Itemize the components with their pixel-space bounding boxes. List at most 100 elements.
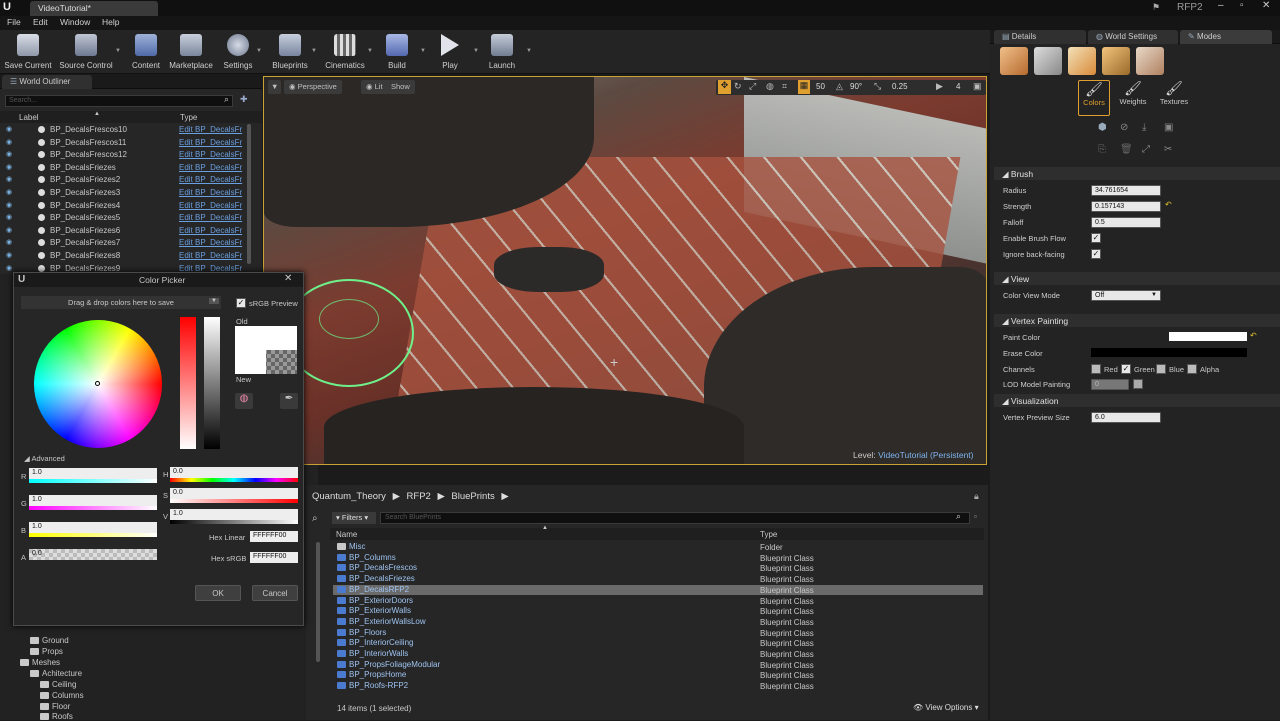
col-label[interactable]: Label (19, 113, 39, 122)
hex-srgb-field[interactable]: FFFFFF00 (250, 552, 298, 563)
backface-checkbox[interactable]: ✓ (1091, 249, 1101, 259)
add-folder-icon[interactable]: ✚ (240, 94, 248, 105)
outliner-row[interactable]: ◉ BP_DecalsFrescos11 Edit BP_DecalsFr (0, 138, 246, 151)
tab-details[interactable]: ▤ Details (994, 30, 1086, 44)
blueprint-row[interactable]: BP_InteriorWalls Blueprint Class (333, 649, 983, 660)
view-section-header[interactable]: ◢ View (994, 272, 1280, 285)
cinematics-button[interactable]: Cinematics (318, 32, 372, 72)
visibility-eye-icon[interactable]: ◉ (6, 238, 12, 246)
edit-blueprint-link[interactable]: Edit BP_DecalsFr (179, 175, 242, 184)
ok-button[interactable]: OK (195, 585, 241, 601)
camera-speed-value[interactable]: 4 (956, 82, 960, 91)
blueprints-button[interactable]: Blueprints (263, 32, 317, 72)
strength-field[interactable]: 0.157143 (1091, 201, 1161, 212)
folder-tree-item[interactable]: Floor (40, 702, 70, 711)
lock-icon[interactable]: 🔒︎ (974, 491, 979, 502)
folder-tree-item[interactable]: Achitecture (30, 669, 82, 678)
filters-button[interactable]: ▾ Filters ▾ (332, 512, 376, 524)
rotate-mode-icon[interactable]: ↻ (734, 81, 742, 92)
mode-paint-icon[interactable] (1034, 47, 1062, 75)
lod-field[interactable]: 0 (1091, 379, 1129, 390)
menu-help[interactable]: Help (102, 17, 119, 27)
blueprint-row[interactable]: BP_ExteriorDoors Blueprint Class (333, 596, 983, 607)
edit-blueprint-link[interactable]: Edit BP_DecalsFr (179, 251, 242, 260)
search-toggle-icon[interactable]: ⌕ (312, 513, 318, 524)
camera-speed-icon[interactable]: ▶ (936, 81, 943, 92)
close-icon[interactable]: ✕ (284, 273, 292, 284)
folder-row[interactable]: Misc Folder (333, 542, 983, 553)
launch-dropdown-icon[interactable]: ▼ (526, 48, 532, 54)
tab-modes[interactable]: ✎ Modes (1180, 30, 1272, 44)
brush-section-header[interactable]: ◢ Brush (994, 167, 1280, 180)
outliner-search-input[interactable]: Search... (5, 95, 233, 107)
col-type[interactable]: Type (180, 113, 197, 122)
mode-foliage-icon[interactable] (1102, 47, 1130, 75)
breadcrumb-blueprints[interactable]: BluePrints (451, 491, 494, 502)
expand-icon[interactable]: ▫ (974, 512, 977, 521)
h-field[interactable]: 0.0 (170, 467, 298, 478)
cancel-button[interactable]: Cancel (252, 585, 298, 601)
col-type[interactable]: Type (760, 530, 777, 539)
outliner-row[interactable]: ◉ BP_DecalsFriezes7 Edit BP_DecalsFr (0, 238, 246, 251)
visibility-eye-icon[interactable]: ◉ (6, 138, 12, 146)
settings-dropdown-icon[interactable]: ▼ (256, 48, 262, 54)
green-channel-checkbox[interactable]: ✓ (1121, 364, 1131, 374)
save-tool-icon[interactable]: ▣ (1164, 122, 1173, 133)
rotation-snap-icon[interactable]: ◬ (836, 81, 843, 92)
paint-mode-weights[interactable]: 🖌︎ Weights (1115, 80, 1151, 116)
menu-edit[interactable]: Edit (33, 17, 48, 27)
edit-blueprint-link[interactable]: Edit BP_DecalsFr (179, 238, 242, 247)
edit-blueprint-link[interactable]: Edit BP_DecalsFr (179, 150, 242, 159)
color-wheel-mode-icon[interactable]: ◍ (235, 393, 253, 409)
world-space-icon[interactable]: ◍ (766, 81, 774, 92)
r-field[interactable]: 1.0 (29, 468, 157, 479)
blueprint-row[interactable]: BP_PropsFoliageModular Blueprint Class (333, 660, 983, 671)
translate-mode-icon[interactable]: ✥ (718, 80, 731, 94)
mode-landscape-icon[interactable] (1068, 47, 1096, 75)
scale-snap-icon[interactable]: ⤡ (874, 81, 881, 92)
blue-channel-checkbox[interactable] (1156, 364, 1166, 374)
outliner-row[interactable]: ◉ BP_DecalsFriezes5 Edit BP_DecalsFr (0, 213, 246, 226)
folder-tree-item[interactable]: Ground (30, 636, 69, 645)
visibility-eye-icon[interactable]: ◉ (6, 188, 12, 196)
visibility-eye-icon[interactable]: ◉ (6, 226, 12, 234)
content-search-input[interactable]: Search BluePrints (380, 512, 970, 524)
vertex-preview-size-field[interactable]: 6.0 (1091, 412, 1161, 423)
remove-tool-icon[interactable]: ✂ (1164, 144, 1172, 155)
visualization-section-header[interactable]: ◢ Visualization (994, 394, 1280, 407)
show-button[interactable]: Show (386, 80, 415, 94)
grid-snap-value[interactable]: 50 (816, 82, 825, 91)
blueprint-row[interactable]: BP_DecalsFrescos Blueprint Class (333, 563, 983, 574)
outliner-row[interactable]: ◉ BP_DecalsFriezes8 Edit BP_DecalsFr (0, 251, 246, 264)
mode-place-icon[interactable] (1000, 47, 1028, 75)
blueprint-row[interactable]: BP_ExteriorWalls Blueprint Class (333, 606, 983, 617)
brush-flow-checkbox[interactable]: ✓ (1091, 233, 1101, 243)
blueprint-row[interactable]: BP_Floors Blueprint Class (333, 628, 983, 639)
outliner-row[interactable]: ◉ BP_DecalsFriezes4 Edit BP_DecalsFr (0, 201, 246, 214)
reset-to-default-icon[interactable]: ↶ (1165, 200, 1172, 209)
edit-blueprint-link[interactable]: Edit BP_DecalsFr (179, 138, 242, 147)
color-view-mode-select[interactable]: Off ▼ (1091, 290, 1161, 301)
color-theme-bar[interactable]: Drag & drop colors here to save ▼ (21, 296, 221, 309)
edit-blueprint-link[interactable]: Edit BP_DecalsFr (179, 188, 242, 197)
s-field[interactable]: 0.0 (170, 488, 298, 499)
grid-snap-icon[interactable]: ▦ (798, 80, 810, 94)
saturation-slider[interactable] (180, 317, 196, 449)
menu-file[interactable]: File (7, 17, 21, 27)
reset-to-default-icon[interactable]: ↶ (1250, 331, 1257, 340)
delete-tool-icon[interactable]: 🗑︎ (1120, 144, 1133, 155)
breadcrumb-rfp2[interactable]: RFP2 (407, 491, 431, 502)
blueprint-row[interactable]: BP_DecalsFriezes Blueprint Class (333, 574, 983, 585)
b-field[interactable]: 1.0 (29, 522, 157, 533)
surface-snap-icon[interactable]: ⌗ (782, 81, 787, 92)
minimize-button[interactable]: ‒ (1218, 0, 1224, 11)
play-button[interactable]: Play (423, 32, 477, 72)
srgb-preview-checkbox[interactable]: ✓ (236, 298, 246, 308)
blueprint-row[interactable]: BP_InteriorCeiling Blueprint Class (333, 638, 983, 649)
visibility-eye-icon[interactable]: ◉ (6, 125, 12, 133)
v-field[interactable]: 1.0 (170, 509, 298, 520)
level-viewport[interactable]: + ▼ ◉ Perspective ◉ Lit Show ✥ ↻ ⤢ ◍ ⌗ ▦… (263, 76, 987, 465)
hex-linear-field[interactable]: FFFFFF00 (250, 531, 298, 542)
edit-blueprint-link[interactable]: Edit BP_DecalsFr (179, 226, 242, 235)
visibility-eye-icon[interactable]: ◉ (6, 251, 12, 259)
